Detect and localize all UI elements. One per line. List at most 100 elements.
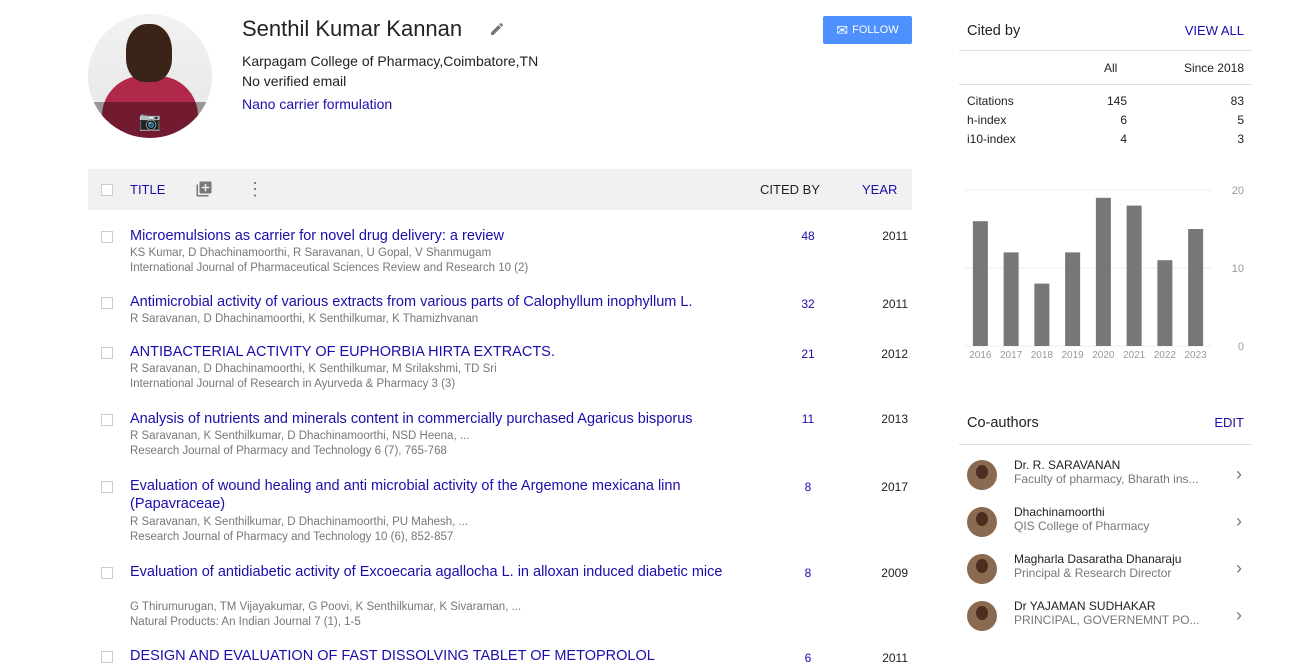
article-year: 2013 <box>881 412 908 426</box>
cited-by-header[interactable]: CITED BY <box>760 182 820 197</box>
research-interest-link[interactable]: Nano carrier formulation <box>242 96 392 112</box>
citations-per-year-chart: 20 10 0 2016 2017 2018 2019 2020 2021 2022 2023 <box>959 180 1252 365</box>
article-cited-count[interactable]: 11 <box>788 412 828 426</box>
article-year: 2011 <box>882 229 908 243</box>
coauthor-item[interactable]: Magharla Dasaratha Dhanaraju Principal &… <box>959 550 1252 590</box>
coauthor-name: Dr YAJAMAN SUDHAKAR <box>1014 599 1156 613</box>
chart-bar-2020[interactable] <box>1095 197 1111 346</box>
article-year: 2009 <box>881 566 908 580</box>
coauthor-affiliation: Faculty of pharmacy, Bharath ins... <box>1014 472 1199 486</box>
article-title[interactable]: Microemulsions as carrier for novel drug… <box>130 227 750 245</box>
add-photo-icon[interactable]: 📷 <box>138 112 162 130</box>
article-checkbox[interactable] <box>101 297 113 309</box>
articles-table-header: TITLE ⋮ CITED BY YEAR <box>88 169 912 210</box>
coauthor-name: Magharla Dasaratha Dhanaraju <box>1014 552 1182 566</box>
article-cited-count[interactable]: 8 <box>788 566 828 580</box>
edit-pencil-icon[interactable] <box>489 21 505 37</box>
stat-label: i10-index <box>967 132 1016 146</box>
article-authors: KS Kumar, D Dhachinamoorthi, R Saravanan… <box>130 247 492 259</box>
stat-row-i10-index: i10-index 4 3 <box>967 132 1244 151</box>
article-year: 2011 <box>882 297 908 311</box>
cited-by-heading: Cited by <box>967 23 1021 39</box>
coauthor-name: Dhachinamoorthi <box>1014 505 1105 519</box>
article-publication: Research Journal of Pharmacy and Technol… <box>130 531 454 543</box>
article-year: 2011 <box>882 651 908 665</box>
article-cited-count[interactable]: 32 <box>788 297 828 311</box>
article-cited-count[interactable]: 21 <box>788 347 828 361</box>
article-title[interactable]: ANTIBACTERIAL ACTIVITY OF EUPHORBIA HIRT… <box>130 343 750 361</box>
more-options-icon[interactable]: ⋮ <box>246 179 264 199</box>
article-checkbox[interactable] <box>101 347 113 359</box>
article-year: 2012 <box>881 347 908 361</box>
chart-bar-2021[interactable] <box>1126 205 1142 346</box>
coauthor-affiliation: PRINCIPAL, GOVERNEMNT PO... <box>1014 613 1200 627</box>
add-article-icon[interactable] <box>195 180 213 198</box>
article-year: 2017 <box>881 480 908 494</box>
article-authors: R Saravanan, K Senthilkumar, D Dhachinam… <box>130 430 470 442</box>
stat-all: 4 <box>1120 132 1127 146</box>
chevron-right-icon: › <box>1236 605 1242 625</box>
select-all-checkbox[interactable] <box>101 184 113 196</box>
profile-photo[interactable]: 📷 <box>88 14 212 138</box>
coauthor-item[interactable]: Dhachinamoorthi QIS College of Pharmacy … <box>959 503 1252 543</box>
chart-bar-2019[interactable] <box>1065 252 1081 346</box>
chevron-right-icon: › <box>1236 464 1242 484</box>
article-title[interactable]: Antimicrobial activity of various extrac… <box>130 293 770 311</box>
col-all: All <box>1104 61 1118 75</box>
x-tick-label: 2021 <box>1123 350 1146 361</box>
chart-bar-2022[interactable] <box>1157 260 1173 346</box>
article-title[interactable]: DESIGN AND EVALUATION OF FAST DISSOLVING… <box>130 647 770 665</box>
article-publication: Natural Products: An Indian Journal 7 (1… <box>130 616 361 628</box>
x-tick-label: 2017 <box>1000 350 1023 361</box>
x-tick-label: 2018 <box>1031 350 1054 361</box>
article-checkbox[interactable] <box>101 231 113 243</box>
sort-by-title[interactable]: TITLE <box>130 182 165 197</box>
article-checkbox[interactable] <box>101 567 113 579</box>
citations-chart-svg: 20 10 0 2016 2017 2018 2019 2020 2021 2022 2023 <box>965 185 1244 361</box>
coauthor-item[interactable]: Dr. R. SARAVANAN Faculty of pharmacy, Bh… <box>959 456 1252 496</box>
chart-bar-2016[interactable] <box>972 221 988 346</box>
profile-affiliation: Karpagam College of Pharmacy,Coimbatore,… <box>242 53 539 69</box>
article-cited-count[interactable]: 8 <box>788 480 828 494</box>
x-tick-label: 2023 <box>1185 350 1208 361</box>
article-title[interactable]: Evaluation of wound healing and anti mic… <box>130 477 730 513</box>
coauthor-avatar <box>967 601 997 631</box>
coauthor-affiliation: Principal & Research Director <box>1014 566 1172 580</box>
chevron-right-icon: › <box>1236 511 1242 531</box>
chevron-right-icon: › <box>1236 558 1242 578</box>
article-title[interactable]: Analysis of nutrients and minerals conte… <box>130 410 770 428</box>
article-authors: R Saravanan, D Dhachinamoorthi, K Senthi… <box>130 313 479 325</box>
chart-bar-2023[interactable] <box>1188 229 1204 346</box>
x-tick-label: 2020 <box>1092 350 1115 361</box>
article-checkbox[interactable] <box>101 481 113 493</box>
sort-by-year[interactable]: YEAR <box>862 182 897 197</box>
stat-row-citations: Citations 145 83 <box>967 94 1244 113</box>
stat-since: 5 <box>1237 113 1244 127</box>
article-title[interactable]: Evaluation of antidiabetic activity of E… <box>130 563 735 581</box>
y-tick-label: 20 <box>1232 185 1244 197</box>
article-checkbox[interactable] <box>101 414 113 426</box>
article-cited-count[interactable]: 6 <box>788 651 828 665</box>
coauthor-avatar <box>967 507 997 537</box>
y-tick-label: 0 <box>1238 341 1244 353</box>
coauthor-avatar <box>967 554 997 584</box>
view-all-link[interactable]: VIEW ALL <box>1185 23 1244 38</box>
y-tick-label: 10 <box>1232 263 1244 275</box>
stat-label: Citations <box>967 94 1014 108</box>
stat-all: 145 <box>1106 94 1127 108</box>
col-since: Since 2018 <box>1183 61 1244 75</box>
profile-email: No verified email <box>242 73 347 89</box>
article-checkbox[interactable] <box>101 651 113 663</box>
article-publication: Research Journal of Pharmacy and Technol… <box>130 445 447 457</box>
envelope-icon: ✉ <box>836 21 849 38</box>
edit-coauthors-link[interactable]: EDIT <box>1214 415 1244 430</box>
chart-bar-2018[interactable] <box>1034 283 1050 346</box>
photo-face <box>126 24 172 82</box>
coauthor-item[interactable]: Dr YAJAMAN SUDHAKAR PRINCIPAL, GOVERNEMN… <box>959 597 1252 637</box>
article-cited-count[interactable]: 48 <box>788 229 828 243</box>
x-tick-label: 2016 <box>969 350 992 361</box>
chart-bar-2017[interactable] <box>1003 252 1019 346</box>
article-authors: R Saravanan, D Dhachinamoorthi, K Senthi… <box>130 363 497 375</box>
article-authors: G Thirumurugan, TM Vijayakumar, G Poovi,… <box>130 601 522 613</box>
follow-button[interactable]: ✉ FOLLOW <box>823 16 912 44</box>
